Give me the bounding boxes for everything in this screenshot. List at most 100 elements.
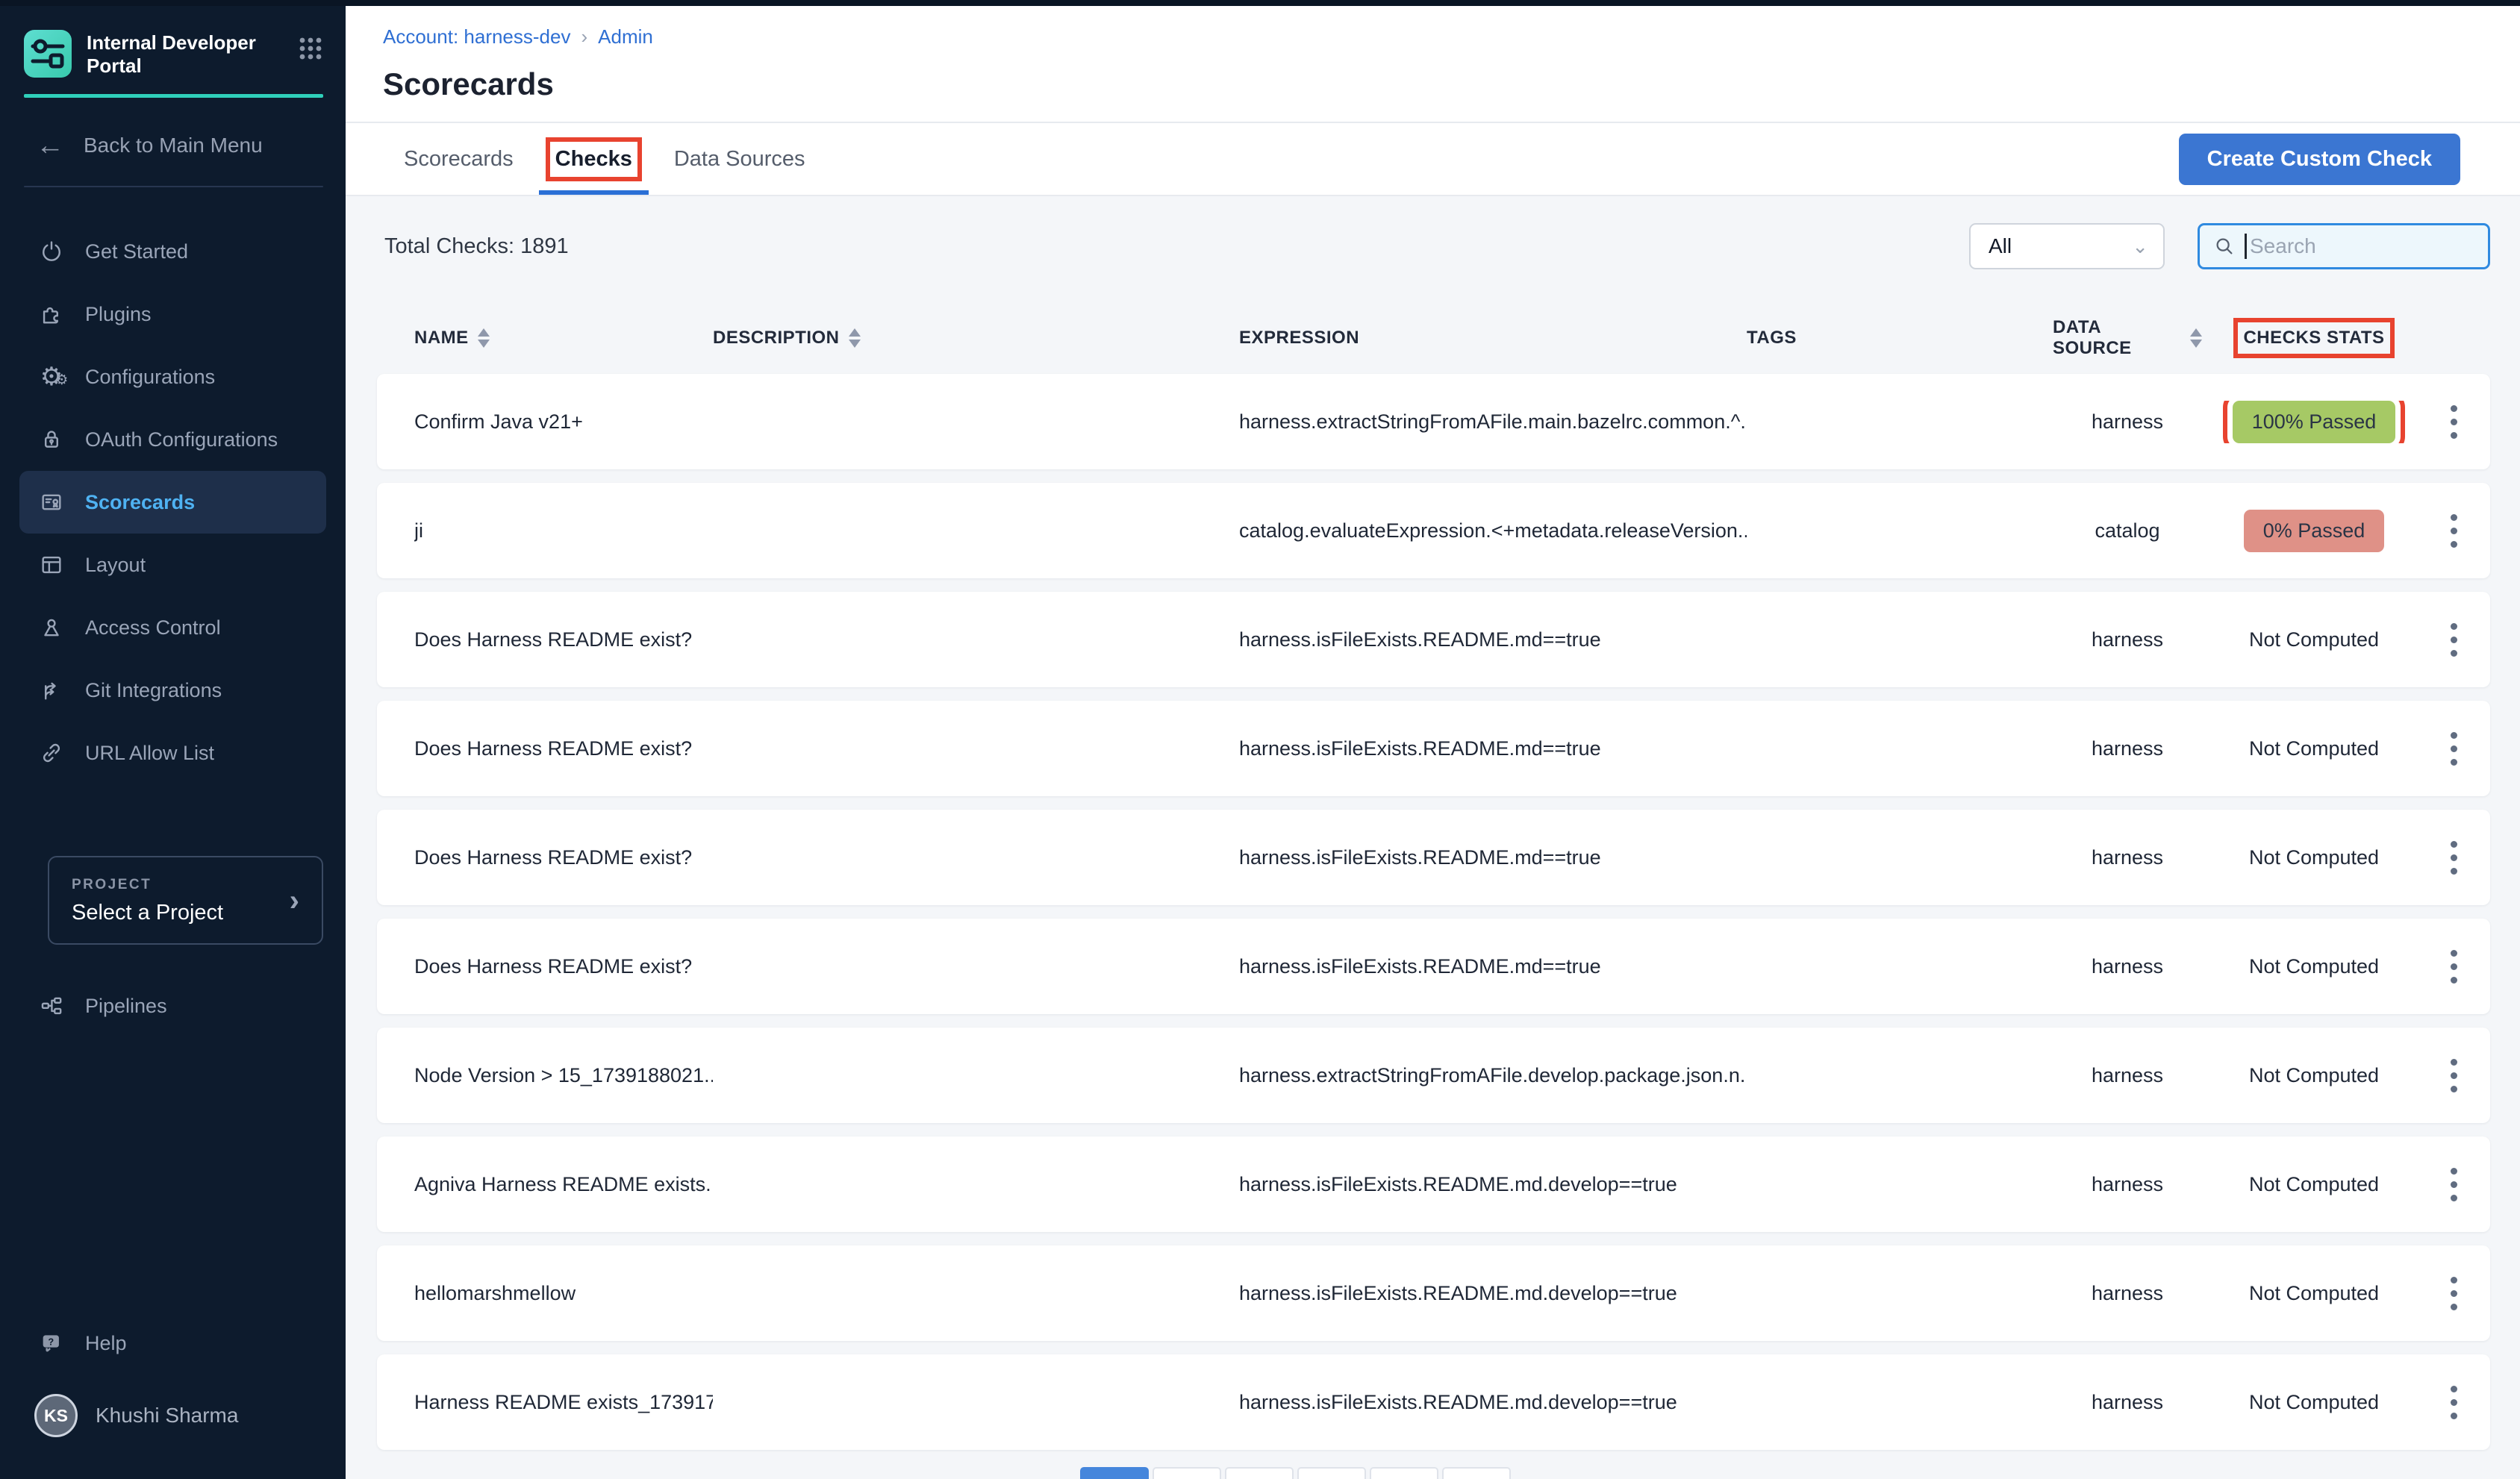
table-row[interactable]: Does Harness README exist? harness.isFil… [377, 701, 2490, 796]
git-branch-icon [39, 678, 64, 703]
page-button[interactable] [1297, 1467, 1366, 1479]
lock-icon [39, 427, 64, 452]
cell-data-source: harness [2053, 955, 2202, 978]
sidebar-item-url-allow-list[interactable]: URL Allow List [0, 722, 346, 784]
cell-data-source: harness [2053, 737, 2202, 760]
total-checks-label: Total Checks: 1891 [377, 234, 569, 259]
table-row[interactable]: Harness README exists_173917... harness.… [377, 1354, 2490, 1450]
cell-checks-stats: Not Computed [2202, 1173, 2426, 1196]
sidebar-item-get-started[interactable]: Get Started [0, 220, 346, 283]
table-row[interactable]: Does Harness README exist? harness.isFil… [377, 592, 2490, 687]
row-menu-kebab-icon[interactable] [2445, 1271, 2463, 1316]
status-badge: Not Computed [2249, 846, 2379, 869]
table-row[interactable]: Confirm Java v21+ harness.extractStringF… [377, 374, 2490, 469]
table-row[interactable]: Does Harness README exist? harness.isFil… [377, 919, 2490, 1014]
cell-data-source: harness [2053, 410, 2202, 434]
breadcrumb-account-link[interactable]: Account: harness-dev [383, 25, 570, 49]
text-cursor [2245, 234, 2247, 259]
scorecard-icon [39, 490, 64, 515]
status-badge: Not Computed [2249, 737, 2379, 760]
row-menu-kebab-icon[interactable] [2445, 944, 2463, 989]
table-row[interactable]: Node Version > 15_1739188021... harness.… [377, 1028, 2490, 1123]
cell-data-source: harness [2053, 1391, 2202, 1414]
column-header-description[interactable]: DESCRIPTION [713, 328, 1239, 348]
tab-data-sources[interactable]: Data Sources [653, 123, 826, 195]
row-menu-kebab-icon[interactable] [2445, 1053, 2463, 1098]
table-row[interactable]: hellomarshmellow harness.isFileExists.RE… [377, 1245, 2490, 1341]
pagination[interactable] [1080, 1467, 1511, 1479]
sidebar-item-label: Layout [85, 554, 146, 577]
row-menu-kebab-icon[interactable] [2445, 726, 2463, 772]
page-button-active[interactable] [1080, 1467, 1149, 1479]
sidebar-item-git-integrations[interactable]: Git Integrations [0, 659, 346, 722]
cell-data-source: harness [2053, 1064, 2202, 1087]
svg-text:?: ? [48, 1336, 54, 1347]
sidebar-item-layout[interactable]: Layout [0, 534, 346, 596]
sidebar-item-pipelines[interactable]: Pipelines [0, 975, 346, 1037]
idp-logo [24, 30, 72, 78]
cell-expression: harness.isFileExists.README.md.develop==… [1239, 1391, 1747, 1414]
create-custom-check-button[interactable]: Create Custom Check [2179, 134, 2460, 185]
main-panel: Account: harness-dev › Admin Scorecards … [346, 0, 2520, 1479]
page-button[interactable] [1442, 1467, 1511, 1479]
gears-icon: ⚙ [39, 364, 64, 390]
cell-expression: harness.isFileExists.README.md==true [1239, 955, 1747, 978]
search-placeholder: Search [2250, 234, 2316, 258]
page-button[interactable] [1225, 1467, 1294, 1479]
sidebar-item-scorecards[interactable]: Scorecards [19, 471, 326, 534]
page-button[interactable] [1370, 1467, 1438, 1479]
status-badge: Not Computed [2249, 1173, 2379, 1196]
column-header-label-annotated: CHECKS STATS [2243, 328, 2384, 348]
breadcrumb: Account: harness-dev › Admin [383, 25, 2520, 49]
cell-checks-stats: Not Computed [2202, 846, 2426, 869]
sidebar-item-configurations[interactable]: ⚙ Configurations [0, 345, 346, 408]
search-input[interactable]: Search [2198, 223, 2490, 269]
page-title: Scorecards [383, 66, 2520, 102]
page-button[interactable] [1153, 1467, 1221, 1479]
sidebar-item-access-control[interactable]: Access Control [0, 596, 346, 659]
chevron-down-icon: ⌄ [2132, 235, 2148, 258]
row-menu-kebab-icon[interactable] [2445, 399, 2463, 445]
row-menu-kebab-icon[interactable] [2445, 1380, 2463, 1425]
pipelines-icon [39, 993, 64, 1019]
cell-expression: harness.isFileExists.README.md.develop==… [1239, 1173, 1747, 1196]
back-label: Back to Main Menu [84, 134, 263, 157]
row-menu-kebab-icon[interactable] [2445, 508, 2463, 554]
table-row[interactable]: Agniva Harness README exists... harness.… [377, 1136, 2490, 1232]
status-badge-annotated: 100% Passed [2233, 401, 2396, 443]
tab-scorecards[interactable]: Scorecards [383, 123, 534, 195]
column-header-checks-stats: CHECKS STATS [2202, 328, 2426, 348]
status-badge: 0% Passed [2244, 510, 2385, 552]
cell-data-source: harness [2053, 628, 2202, 651]
sidebar-item-label: Git Integrations [85, 679, 222, 702]
status-badge: Not Computed [2249, 1391, 2379, 1414]
link-icon [39, 740, 64, 766]
tabs-bar: Scorecards Checks Data Sources Create Cu… [346, 122, 2520, 196]
sidebar-item-label: Get Started [85, 240, 188, 263]
breadcrumb-admin-link[interactable]: Admin [598, 25, 653, 49]
cell-data-source: catalog [2053, 519, 2202, 542]
apps-grid-icon[interactable] [298, 36, 323, 65]
project-selector[interactable]: PROJECT Select a Project › [48, 856, 323, 945]
cell-name: ji [414, 519, 713, 542]
tab-checks[interactable]: Checks [534, 123, 653, 195]
cell-data-source: harness [2053, 846, 2202, 869]
row-menu-kebab-icon[interactable] [2445, 835, 2463, 881]
user-menu[interactable]: KS Khushi Sharma [0, 1394, 346, 1479]
column-header-data-source[interactable]: DATA SOURCE [2053, 317, 2202, 359]
sidebar-item-plugins[interactable]: Plugins [0, 283, 346, 345]
row-menu-kebab-icon[interactable] [2445, 1162, 2463, 1207]
filter-dropdown[interactable]: All ⌄ [1969, 223, 2165, 269]
cell-name: Does Harness README exist? [414, 737, 713, 760]
sidebar-item-oauth-configurations[interactable]: OAuth Configurations [0, 408, 346, 471]
back-to-main-menu[interactable]: ← Back to Main Menu [0, 98, 346, 157]
column-header-name[interactable]: NAME [414, 328, 713, 348]
page-header: Account: harness-dev › Admin Scorecards [346, 0, 2520, 122]
row-menu-kebab-icon[interactable] [2445, 617, 2463, 663]
table-row[interactable]: Does Harness README exist? harness.isFil… [377, 810, 2490, 905]
power-icon [39, 239, 64, 264]
tab-label: Data Sources [674, 147, 805, 172]
sidebar-item-help[interactable]: ? Help [0, 1312, 346, 1375]
cell-data-source: harness [2053, 1173, 2202, 1196]
table-row[interactable]: ji catalog.evaluateExpression.<+metadata… [377, 483, 2490, 578]
